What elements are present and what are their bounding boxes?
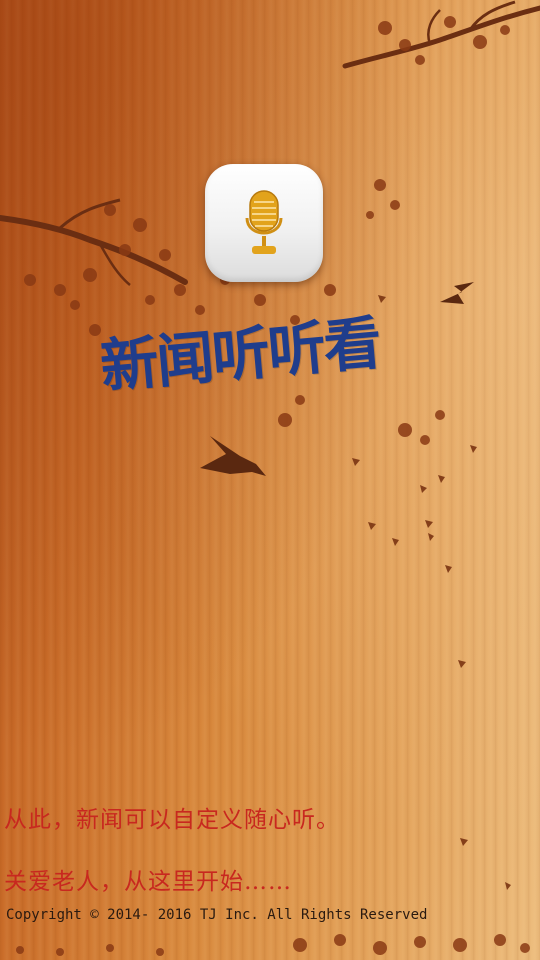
- slogan-line-2: 关爱老人，从这里开始……: [4, 869, 292, 895]
- slogan-line-1: 从此，新闻可以自定义随心听。: [4, 807, 340, 833]
- splash-screen: 新闻听听看 从此，新闻可以自定义随心听。 关爱老人，从这里开始…… Copyri…: [0, 0, 540, 960]
- app-icon[interactable]: [205, 164, 323, 282]
- copyright-text: Copyright © 2014- 2016 TJ Inc. All Right…: [6, 907, 428, 923]
- microphone-icon: [245, 190, 283, 254]
